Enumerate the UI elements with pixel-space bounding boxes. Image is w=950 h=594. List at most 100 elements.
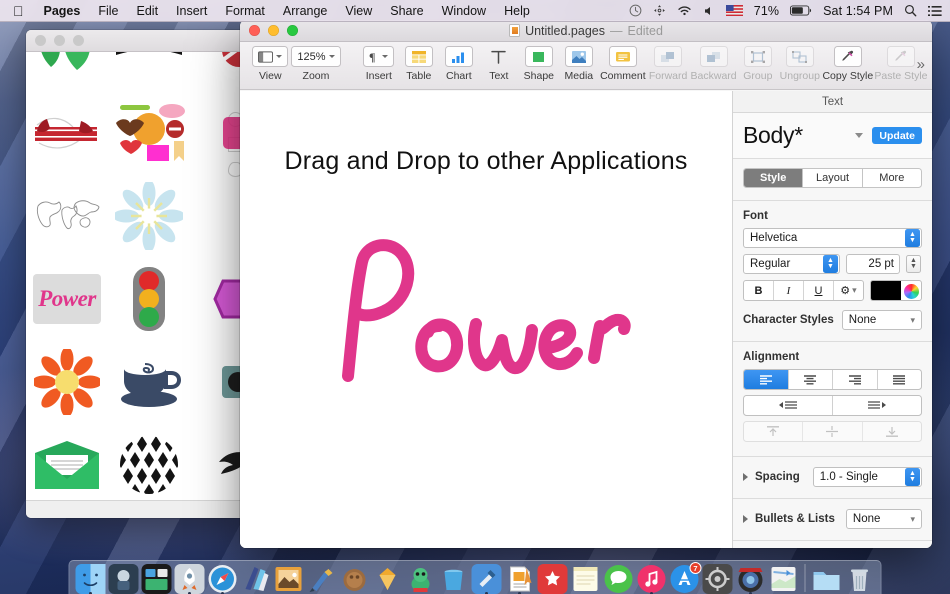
- toolbar-backward-button[interactable]: Backward: [689, 46, 738, 82]
- clipart-coffee-cup-clipart[interactable]: [108, 340, 190, 423]
- dock-item-xcode[interactable]: [471, 564, 502, 594]
- color-wheel-icon[interactable]: [903, 283, 919, 299]
- font-family-stepper[interactable]: ▲ ▼: [905, 229, 920, 247]
- clipart-discount-banner-clipart[interactable]: DISCOUNT: [108, 52, 190, 91]
- pages-titlebar[interactable]: Untitled.pages — Edited: [240, 20, 932, 42]
- clipart-badges-labels-clipart[interactable]: [108, 91, 190, 174]
- group-icon[interactable]: [743, 46, 772, 67]
- vertical-alignment-buttons[interactable]: [743, 421, 922, 442]
- clipart-window-titlebar[interactable]: [26, 30, 246, 52]
- clipart-partial-right-5[interactable]: [190, 340, 246, 423]
- dock-item-wunderlist[interactable]: [537, 564, 568, 594]
- inspector-tab-text[interactable]: Text: [733, 91, 932, 113]
- menu-view[interactable]: View: [336, 0, 381, 22]
- underline-button[interactable]: U: [804, 281, 834, 300]
- pages-toolbar[interactable]: View 125% Zoom ¶ Insert Table Chart Text…: [240, 42, 932, 90]
- menu-insert[interactable]: Insert: [167, 0, 216, 22]
- clipart-traffic-light-clipart[interactable]: [108, 257, 190, 340]
- font-style-buttons[interactable]: B I U ⚙ ▾: [743, 280, 864, 301]
- dock-item-paint-app[interactable]: [307, 564, 337, 594]
- minimize-button[interactable]: [54, 35, 65, 46]
- toolbar-insert-button[interactable]: ¶ Insert: [359, 46, 399, 82]
- clipart-partial-right-3[interactable]: [190, 174, 246, 257]
- toolbar-shape-button[interactable]: Shape: [519, 46, 559, 82]
- align-right-button[interactable]: [833, 370, 878, 389]
- us-flag-icon[interactable]: [725, 0, 743, 22]
- clock[interactable]: Sat 1:54 PM: [823, 4, 893, 18]
- eyedropper-paste-icon[interactable]: [886, 46, 915, 67]
- maximize-button[interactable]: [73, 35, 84, 46]
- toolbar-zoom-button[interactable]: 125% Zoom: [291, 46, 342, 82]
- increase-indent-button[interactable]: [833, 396, 921, 415]
- dock-item-sketch[interactable]: [373, 564, 403, 594]
- dock-item-downloads-folder[interactable]: [812, 564, 842, 594]
- horizontal-alignment-buttons[interactable]: [743, 369, 922, 390]
- chevron-down-icon[interactable]: ▾: [910, 315, 915, 326]
- align-justify-button[interactable]: [878, 370, 922, 389]
- dock-item-maps[interactable]: [769, 564, 799, 594]
- font-color-swatch[interactable]: [871, 281, 901, 300]
- sync-icon[interactable]: [653, 0, 666, 22]
- chevron-down-icon[interactable]: [855, 133, 864, 138]
- menu-pages[interactable]: Pages: [35, 0, 90, 22]
- toolbar-chart-button[interactable]: Chart: [439, 46, 479, 82]
- italic-button[interactable]: I: [774, 281, 804, 300]
- text-t-icon[interactable]: [485, 46, 513, 67]
- font-weight-select[interactable]: Regular ▲ ▼: [743, 254, 840, 274]
- wifi-icon[interactable]: [677, 0, 692, 22]
- disclosure-triangle-icon[interactable]: [743, 515, 748, 523]
- clipart-partial-right-1[interactable]: [190, 52, 246, 91]
- clipart-grid[interactable]: DISCOUNT: [26, 52, 246, 500]
- dock-item-notes[interactable]: [571, 564, 601, 594]
- character-styles-select[interactable]: None ▾: [841, 310, 922, 330]
- clipart-light-blue-flower-clipart[interactable]: [108, 174, 190, 257]
- dock-item-finder[interactable]: [75, 564, 106, 594]
- document-sheet[interactable]: Drag and Drop to other Applications: [240, 91, 732, 548]
- dock-item-camera-app[interactable]: [736, 564, 766, 594]
- menu-share[interactable]: Share: [381, 0, 432, 22]
- clipart-partial-right-4[interactable]: [190, 257, 246, 340]
- dock-item-preview[interactable]: [274, 564, 304, 594]
- bullets-select[interactable]: None ▾: [845, 509, 922, 529]
- clipart-browser-window[interactable]: DISCOUNT: [26, 30, 246, 518]
- align-center-button[interactable]: [789, 370, 833, 389]
- toolbar-overflow-button[interactable]: »: [917, 56, 925, 73]
- disclosure-triangle-icon[interactable]: [743, 473, 748, 481]
- battery-icon[interactable]: [790, 0, 812, 22]
- close-button[interactable]: [35, 35, 46, 46]
- toolbar-text-button[interactable]: Text: [479, 46, 519, 82]
- spacing-select[interactable]: 1.0 - Single ▲ ▼: [812, 467, 922, 487]
- menu-file[interactable]: File: [89, 0, 127, 22]
- update-style-button[interactable]: Update: [872, 127, 922, 144]
- chevron-down-icon[interactable]: ▾: [910, 514, 915, 525]
- clipart-world-map-outline-clipart[interactable]: [26, 174, 108, 257]
- table-icon[interactable]: [404, 46, 433, 67]
- toolbar-view-button[interactable]: View: [250, 46, 291, 82]
- clipart-orange-flower-clipart[interactable]: [26, 340, 108, 423]
- clipart-partial-right-6[interactable]: [190, 423, 246, 500]
- dock[interactable]: 7: [68, 560, 882, 594]
- font-options-button[interactable]: ⚙ ▾: [834, 281, 863, 300]
- clipart-checkered-sphere-clipart[interactable]: [108, 423, 190, 500]
- dock-item-system-app[interactable]: [108, 564, 139, 594]
- dock-item-app-store[interactable]: 7: [670, 562, 702, 594]
- time-machine-icon[interactable]: [629, 0, 642, 22]
- format-inspector[interactable]: Text Body* Update Style Layout More Font…: [732, 91, 932, 548]
- dock-item-messages[interactable]: [604, 564, 634, 594]
- spacing-stepper[interactable]: ▲ ▼: [905, 468, 920, 486]
- apple-menu-icon[interactable]: : [0, 0, 35, 22]
- search-icon[interactable]: [904, 0, 917, 22]
- dock-item-itunes[interactable]: [637, 564, 667, 594]
- clipart-power-script-clipart[interactable]: Power: [26, 257, 108, 340]
- indent-buttons[interactable]: [743, 395, 922, 416]
- clipart-red-ribbon-clipart[interactable]: [26, 91, 108, 174]
- dock-item-launchpad[interactable]: [174, 564, 205, 594]
- align-bottom-button[interactable]: [863, 422, 921, 441]
- volume-icon[interactable]: [703, 0, 715, 22]
- document-canvas[interactable]: Drag and Drop to other Applications: [240, 91, 732, 548]
- zoom-value-field[interactable]: 125%: [291, 46, 341, 67]
- dock-item-yoshi-game[interactable]: [406, 564, 436, 594]
- tab-style[interactable]: Style: [744, 169, 804, 187]
- decrease-indent-button[interactable]: [744, 396, 833, 415]
- bullets-row[interactable]: Bullets & Lists None ▾: [743, 509, 922, 529]
